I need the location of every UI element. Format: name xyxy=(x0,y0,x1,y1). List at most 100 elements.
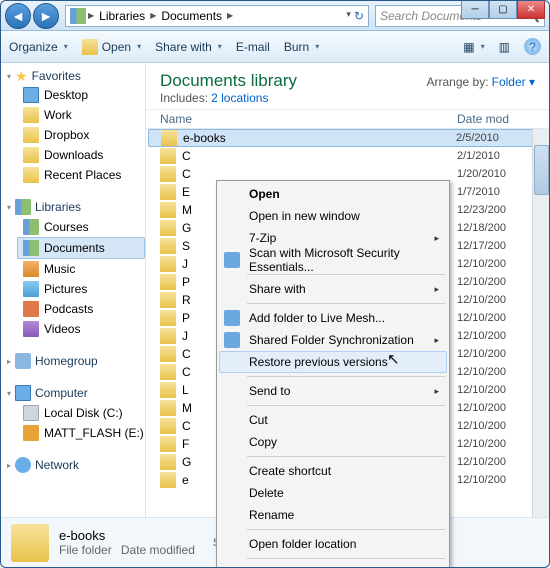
file-row[interactable]: C2/1/2010 xyxy=(146,147,549,165)
sidebar-item-videos[interactable]: Videos xyxy=(7,319,145,339)
dropdown-icon[interactable]: ▾ xyxy=(346,9,351,23)
forward-button[interactable]: ► xyxy=(33,3,59,29)
burn-menu[interactable]: Burn xyxy=(284,40,319,54)
nav-network-header[interactable]: ▸Network xyxy=(7,455,145,475)
sidebar-item-recent-places[interactable]: Recent Places xyxy=(7,165,145,185)
sidebar-item-dropbox[interactable]: Dropbox xyxy=(7,125,145,145)
folder-icon xyxy=(160,166,176,182)
sidebar-item-documents[interactable]: Documents xyxy=(17,237,145,259)
menu-separator xyxy=(247,456,445,457)
locations-link[interactable]: 2 locations xyxy=(211,91,268,105)
sidebar-item-drive[interactable]: Local Disk (C:) xyxy=(7,403,145,423)
menu-item-open[interactable]: Open xyxy=(219,183,447,205)
menu-separator xyxy=(247,405,445,406)
folder-icon xyxy=(160,382,176,398)
refresh-icon[interactable]: ↻ xyxy=(354,9,364,23)
preview-pane-button[interactable]: ▥ xyxy=(499,40,510,54)
sidebar-item-podcasts[interactable]: Podcasts xyxy=(7,299,145,319)
menu-item-open-folder-location[interactable]: Open folder location xyxy=(219,533,447,555)
folder-icon xyxy=(23,87,39,103)
column-name[interactable]: Name xyxy=(160,112,457,126)
collapse-icon: ▾ xyxy=(7,72,11,81)
navigation-pane: ▾★Favorites DesktopWorkDropboxDownloadsR… xyxy=(1,63,146,517)
folder-icon xyxy=(160,418,176,434)
library-icon xyxy=(15,199,31,215)
close-button[interactable]: ✕ xyxy=(517,1,545,19)
menu-item-properties[interactable]: Properties xyxy=(219,562,447,568)
details-type: File folder xyxy=(59,543,112,557)
folder-icon xyxy=(160,454,176,470)
sidebar-item-desktop[interactable]: Desktop xyxy=(7,85,145,105)
sidebar-item-work[interactable]: Work xyxy=(7,105,145,125)
breadcrumb-item[interactable]: Documents xyxy=(158,9,225,23)
back-button[interactable]: ◄ xyxy=(5,3,31,29)
view-menu[interactable]: ▦ xyxy=(463,40,484,54)
arrange-by[interactable]: Arrange by: Folder ▾ xyxy=(427,75,535,89)
library-header: Documents library Includes: 2 locations … xyxy=(146,63,549,110)
folder-icon xyxy=(160,400,176,416)
scrollbar[interactable] xyxy=(532,129,549,517)
library-title: Documents library xyxy=(160,71,297,91)
chevron-right-icon[interactable]: ▶ xyxy=(150,11,156,20)
library-icon xyxy=(70,8,86,24)
collapse-icon: ▾ xyxy=(7,203,11,212)
breadcrumb[interactable]: ▶ Libraries ▶ Documents ▶ ▾ ↻ xyxy=(65,5,369,27)
folder-icon xyxy=(161,130,177,146)
maximize-button[interactable]: ▢ xyxy=(489,1,517,19)
file-row[interactable]: e-books2/5/2010 xyxy=(148,129,547,147)
menu-item-copy[interactable]: Copy xyxy=(219,431,447,453)
menu-item-cut[interactable]: Cut xyxy=(219,409,447,431)
breadcrumb-item[interactable]: Libraries xyxy=(96,9,148,23)
menu-item-delete[interactable]: Delete xyxy=(219,482,447,504)
folder-icon xyxy=(160,220,176,236)
nav-favorites-header[interactable]: ▾★Favorites xyxy=(7,67,145,85)
folder-icon xyxy=(160,310,176,326)
sidebar-item-pictures[interactable]: Pictures xyxy=(7,279,145,299)
sidebar-item-courses[interactable]: Courses xyxy=(7,217,145,237)
sidebar-item-downloads[interactable]: Downloads xyxy=(7,145,145,165)
folder-icon xyxy=(160,256,176,272)
menu-separator xyxy=(247,376,445,377)
library-icon xyxy=(23,301,39,317)
menu-separator xyxy=(247,529,445,530)
column-date[interactable]: Date mod xyxy=(457,112,535,126)
library-icon xyxy=(23,240,39,256)
open-menu[interactable]: Open xyxy=(82,39,141,55)
organize-menu[interactable]: Organize xyxy=(9,40,68,54)
arrange-value[interactable]: Folder ▾ xyxy=(492,75,535,89)
menu-item-rename[interactable]: Rename xyxy=(219,504,447,526)
chevron-right-icon[interactable]: ▶ xyxy=(88,11,94,20)
menu-item-create-shortcut[interactable]: Create shortcut xyxy=(219,460,447,482)
folder-icon xyxy=(160,328,176,344)
folder-icon xyxy=(160,184,176,200)
minimize-button[interactable]: ─ xyxy=(461,1,489,19)
folder-icon xyxy=(23,107,39,123)
menu-item-restore-previous-versions[interactable]: Restore previous versions xyxy=(219,351,447,373)
chevron-right-icon[interactable]: ▶ xyxy=(227,11,233,20)
computer-icon xyxy=(15,385,31,401)
scroll-thumb[interactable] xyxy=(534,145,549,195)
network-icon xyxy=(15,457,31,473)
nav-libraries-header[interactable]: ▾Libraries xyxy=(7,197,145,217)
menu-item-send-to[interactable]: Send to xyxy=(219,380,447,402)
library-icon xyxy=(23,261,39,277)
homegroup-icon xyxy=(15,353,31,369)
folder-icon xyxy=(160,238,176,254)
menu-item-share-with[interactable]: Share with xyxy=(219,278,447,300)
share-menu[interactable]: Share with xyxy=(155,40,222,54)
menu-item-scan-with-microsoft-security-essentials[interactable]: Scan with Microsoft Security Essentials.… xyxy=(219,249,447,271)
sidebar-item-drive[interactable]: MATT_FLASH (E:) xyxy=(7,423,145,443)
folder-icon xyxy=(160,472,176,488)
column-headers: Name Date mod xyxy=(146,110,549,129)
explorer-window: ─ ▢ ✕ ◄ ► ▶ Libraries ▶ Documents ▶ ▾ ↻ … xyxy=(0,0,550,568)
menu-item-add-folder-to-live-mesh[interactable]: Add folder to Live Mesh... xyxy=(219,307,447,329)
email-button[interactable]: E-mail xyxy=(236,40,270,54)
sidebar-item-music[interactable]: Music xyxy=(7,259,145,279)
nav-computer-header[interactable]: ▾Computer xyxy=(7,383,145,403)
menu-item-open-in-new-window[interactable]: Open in new window xyxy=(219,205,447,227)
nav-homegroup-header[interactable]: ▸Homegroup xyxy=(7,351,145,371)
menu-separator xyxy=(247,303,445,304)
window-controls: ─ ▢ ✕ xyxy=(461,1,545,19)
menu-item-shared-folder-synchronization[interactable]: Shared Folder Synchronization xyxy=(219,329,447,351)
help-button[interactable]: ? xyxy=(524,38,541,55)
